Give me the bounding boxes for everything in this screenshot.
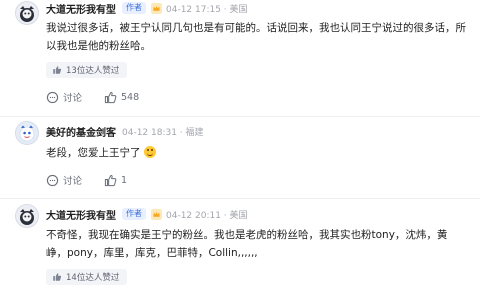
- post-meta: 04-12 17:15 · 美国: [166, 4, 248, 15]
- post-header: 大道无形我有型 作者 04-12 17:15 · 美国: [46, 0, 248, 16]
- likes-summary: 14位达人赞过: [66, 273, 120, 283]
- post-meta: 04-12 20:11 · 美国: [166, 210, 248, 221]
- liked-by-experts[interactable]: 14位达人赞过: [46, 269, 128, 285]
- author-name[interactable]: 大道无形我有型: [46, 1, 116, 16]
- likes-summary: 13位达人赞过: [66, 66, 120, 76]
- avatar-icon: [16, 2, 38, 24]
- thumbs-up-icon: [53, 66, 62, 74]
- post-header: 美好的基金剑客 04-12 18:31 · 福建: [46, 123, 204, 139]
- discuss-button[interactable]: 讨论: [46, 90, 82, 104]
- post-actions: 讨论 1: [46, 172, 149, 188]
- comment-text: 老段，您爱上王宁了: [46, 144, 466, 162]
- avatar[interactable]: [15, 121, 39, 145]
- discuss-label: 讨论: [63, 93, 83, 104]
- laughing-emoji-icon: [143, 146, 156, 158]
- post-header: 大道无形我有型 作者 04-12 20:11 · 美国: [46, 206, 248, 222]
- thumbs-up-icon: [104, 91, 117, 103]
- thumbs-up-icon: [53, 273, 62, 281]
- author-badge: 作者: [122, 2, 146, 14]
- like-button[interactable]: 548: [104, 91, 139, 104]
- like-button[interactable]: 1: [104, 174, 127, 187]
- comment-text: 不奇怪，我现在确实是王宁的粉丝。我也是老虎的粉丝哈，我其实也粉tony，沈炜，黄…: [46, 229, 448, 259]
- avatar[interactable]: [15, 204, 39, 228]
- liked-by-experts[interactable]: 13位达人赞过: [46, 62, 128, 78]
- post-actions: 讨论 548: [46, 89, 161, 105]
- comment-icon: [46, 91, 59, 103]
- thumbs-up-icon: [104, 174, 117, 186]
- comment-icon: [46, 174, 59, 186]
- like-count: 1: [121, 174, 128, 186]
- divider: [0, 116, 480, 117]
- divider: [0, 198, 480, 199]
- author-name[interactable]: 美好的基金剑客: [46, 124, 116, 139]
- author-badge: 作者: [122, 208, 146, 220]
- avatar-icon: [16, 122, 38, 144]
- crown-icon: [151, 2, 162, 14]
- post-meta: 04-12 18:31 · 福建: [122, 127, 204, 138]
- avatar-icon: [16, 205, 38, 227]
- comment-text-content: 老段，您爱上王宁了: [46, 147, 141, 159]
- comment-text: 我说过很多话，被王宁认同几句也是有可能的。话说回来，我也认同王宁说过的很多话，所…: [46, 22, 466, 52]
- like-count: 548: [121, 91, 140, 103]
- discuss-label: 讨论: [63, 176, 83, 187]
- author-name[interactable]: 大道无形我有型: [46, 207, 116, 222]
- discuss-button[interactable]: 讨论: [46, 173, 82, 187]
- crown-icon: [151, 208, 162, 220]
- avatar[interactable]: [15, 1, 39, 25]
